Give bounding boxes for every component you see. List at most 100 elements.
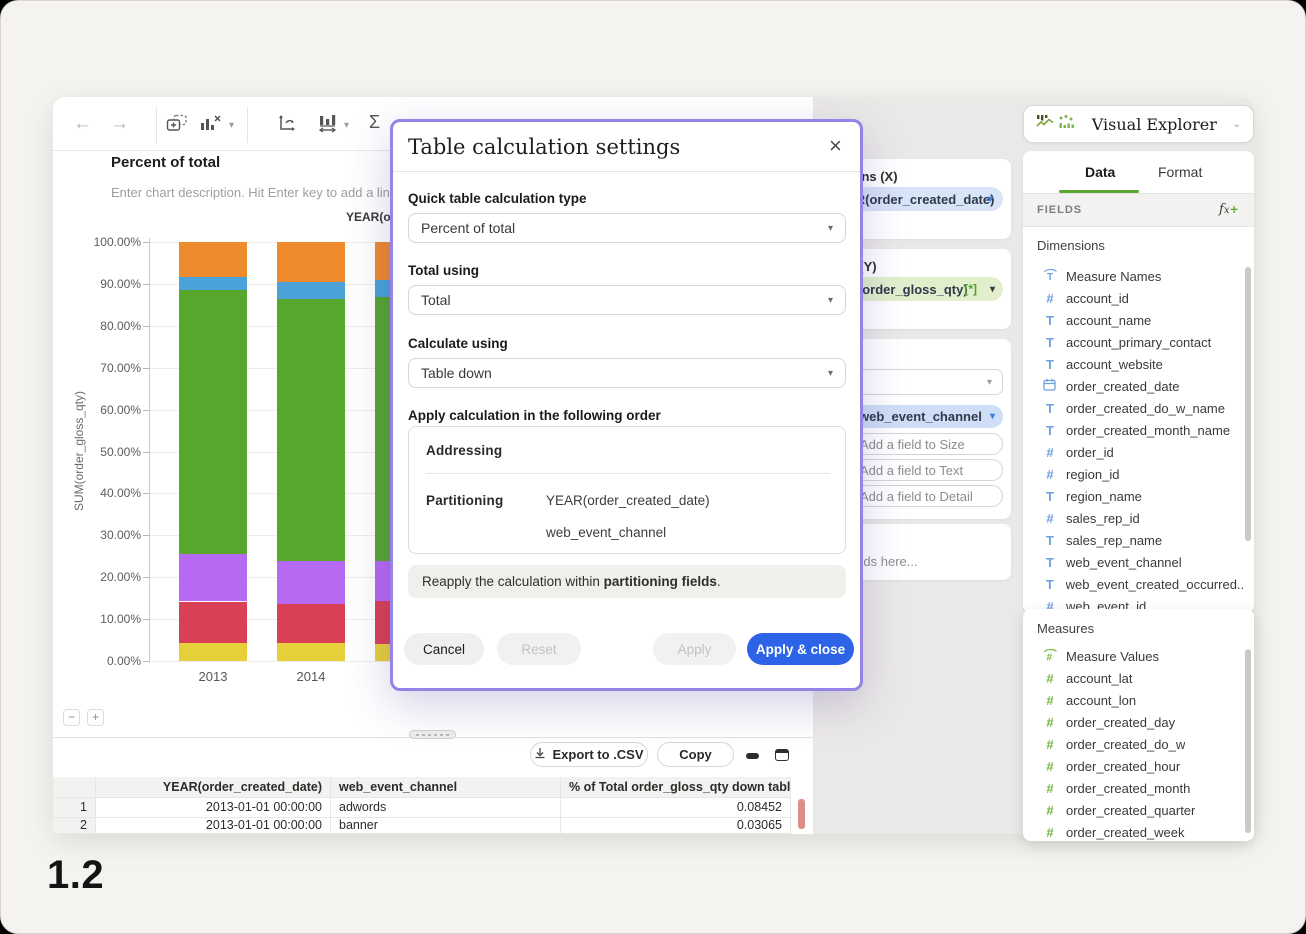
- zoom-in-button[interactable]: +: [87, 709, 104, 726]
- field-item[interactable]: #order_created_do_w: [1043, 733, 1243, 755]
- field-item[interactable]: #order_created_hour: [1043, 755, 1243, 777]
- measures-scrollbar[interactable]: [1245, 649, 1251, 833]
- delete-chart-icon[interactable]: [200, 114, 222, 137]
- cancel-button[interactable]: Cancel: [404, 633, 484, 665]
- text-field-icon: T: [1043, 489, 1057, 504]
- text-field-icon: T: [1043, 335, 1057, 350]
- calendar-icon: [1043, 378, 1057, 394]
- apply-close-button[interactable]: Apply & close: [747, 633, 854, 665]
- field-item[interactable]: Tweb_event_created_occurred...: [1043, 573, 1243, 595]
- field-item[interactable]: #account_lat: [1043, 667, 1243, 689]
- sum-icon[interactable]: Σ: [369, 112, 380, 133]
- app-switcher-button[interactable]: Visual Explorer ⌄: [1023, 105, 1254, 143]
- field-item[interactable]: #order_created_quarter: [1043, 799, 1243, 821]
- table-cell[interactable]: 0.03065: [561, 818, 791, 834]
- add-calculation-icon[interactable]: fx+: [1219, 202, 1239, 217]
- dimensions-scrollbar[interactable]: [1245, 267, 1251, 541]
- bar-segment[interactable]: [277, 643, 345, 661]
- table-header-cell[interactable]: YEAR(order_created_date): [96, 777, 331, 798]
- table-scrollbar[interactable]: [798, 799, 805, 829]
- chart-title[interactable]: Percent of total: [111, 154, 220, 171]
- bar-segment[interactable]: [277, 282, 345, 300]
- calculate-using-select[interactable]: Table down▾: [408, 358, 846, 388]
- chevron-down-icon[interactable]: ▾: [990, 284, 995, 295]
- total-using-select[interactable]: Total▾: [408, 285, 846, 315]
- text-field-icon: T: [1043, 401, 1057, 416]
- bar-segment[interactable]: [277, 604, 345, 643]
- bar-segment[interactable]: [179, 277, 247, 290]
- apply-button[interactable]: Apply: [653, 633, 736, 665]
- chevron-down-icon[interactable]: ▾: [344, 120, 349, 131]
- minimize-table-icon[interactable]: [746, 753, 759, 759]
- bar-segment[interactable]: [179, 602, 247, 644]
- table-cell[interactable]: banner: [331, 818, 561, 834]
- chevron-down-icon[interactable]: ▾: [988, 194, 993, 205]
- table-cell[interactable]: 2013-01-01 00:00:00: [96, 798, 331, 818]
- table-header-cell[interactable]: % of Total order_gloss_qty down table: [561, 777, 791, 798]
- size-slot[interactable]: Add a field to Size: [849, 433, 1003, 455]
- chevron-down-icon: ⌄: [1233, 119, 1241, 130]
- field-item[interactable]: #sales_rep_id: [1043, 507, 1243, 529]
- bar-segment[interactable]: [179, 290, 247, 554]
- quick-calc-select[interactable]: Percent of total▾: [408, 213, 846, 243]
- bar-segment[interactable]: [277, 561, 345, 604]
- bar-segment[interactable]: [179, 643, 247, 661]
- field-item[interactable]: #account_id: [1043, 287, 1243, 309]
- field-item[interactable]: Torder_created_do_w_name: [1043, 397, 1243, 419]
- table-header-cell[interactable]: web_event_channel: [331, 777, 561, 798]
- back-arrow-icon[interactable]: ←: [73, 112, 92, 136]
- detail-slot[interactable]: Add a field to Detail: [849, 485, 1003, 507]
- bar-width-icon[interactable]: [318, 114, 340, 138]
- bar-segment[interactable]: [277, 299, 345, 560]
- y-tick-label: 0.00%: [79, 654, 141, 668]
- field-item[interactable]: Tweb_event_channel: [1043, 551, 1243, 573]
- modal-title: Table calculation settings: [408, 135, 680, 159]
- field-item[interactable]: #order_created_month: [1043, 777, 1243, 799]
- table-cell[interactable]: 0.08452: [561, 798, 791, 818]
- table-cell[interactable]: 2013-01-01 00:00:00: [96, 818, 331, 834]
- transpose-axes-icon[interactable]: [277, 114, 297, 138]
- copy-button[interactable]: Copy: [657, 742, 734, 767]
- forward-arrow-icon[interactable]: →: [110, 112, 129, 136]
- field-item[interactable]: #order_created_week: [1043, 821, 1243, 843]
- duplicate-chart-icon[interactable]: [166, 114, 188, 137]
- field-item[interactable]: #Measure Values: [1043, 645, 1243, 667]
- expand-table-icon[interactable]: [775, 749, 789, 761]
- chevron-down-icon[interactable]: ▾: [229, 120, 234, 131]
- field-label: order_created_do_w: [1066, 737, 1185, 752]
- resize-drag-handle[interactable]: [409, 730, 456, 739]
- chart-description-placeholder[interactable]: Enter chart description. Hit Enter key t…: [111, 185, 397, 200]
- modal-header-divider: [393, 171, 860, 172]
- field-item[interactable]: #order_id: [1043, 441, 1243, 463]
- bar-segment[interactable]: [179, 242, 247, 277]
- field-item[interactable]: Taccount_website: [1043, 353, 1243, 375]
- table-cell[interactable]: 2: [53, 818, 96, 834]
- field-item[interactable]: #order_created_day: [1043, 711, 1243, 733]
- field-item[interactable]: TMeasure Names: [1043, 265, 1243, 287]
- field-item[interactable]: Tsales_rep_name: [1043, 529, 1243, 551]
- text-slot[interactable]: Add a field to Text: [849, 459, 1003, 481]
- table-cell[interactable]: 1: [53, 798, 96, 818]
- table-header-cell[interactable]: [53, 777, 96, 798]
- field-item[interactable]: Taccount_primary_contact: [1043, 331, 1243, 353]
- table-cell[interactable]: adwords: [331, 798, 561, 818]
- bar-segment[interactable]: [179, 554, 247, 601]
- chevron-down-icon[interactable]: ▾: [990, 411, 995, 422]
- field-item[interactable]: #account_lon: [1043, 689, 1243, 711]
- field-item[interactable]: Torder_created_month_name: [1043, 419, 1243, 441]
- marks-color-pill[interactable]: web_event_channel ▾: [849, 405, 1003, 428]
- field-item[interactable]: order_created_date: [1043, 375, 1243, 397]
- fields-header: FIELDS: [1037, 204, 1082, 216]
- zoom-out-button[interactable]: −: [63, 709, 80, 726]
- field-item[interactable]: #region_id: [1043, 463, 1243, 485]
- tab-data[interactable]: Data: [1085, 164, 1115, 180]
- chevron-down-icon[interactable]: ▾: [987, 377, 992, 388]
- export-csv-button[interactable]: Export to .CSV: [530, 742, 648, 767]
- field-item[interactable]: Tregion_name: [1043, 485, 1243, 507]
- field-item[interactable]: Taccount_name: [1043, 309, 1243, 331]
- tab-format[interactable]: Format: [1158, 164, 1202, 180]
- measure-values-icon: #: [1043, 648, 1057, 664]
- close-icon[interactable]: ×: [829, 134, 842, 158]
- reset-button[interactable]: Reset: [497, 633, 581, 665]
- bar-segment[interactable]: [277, 242, 345, 282]
